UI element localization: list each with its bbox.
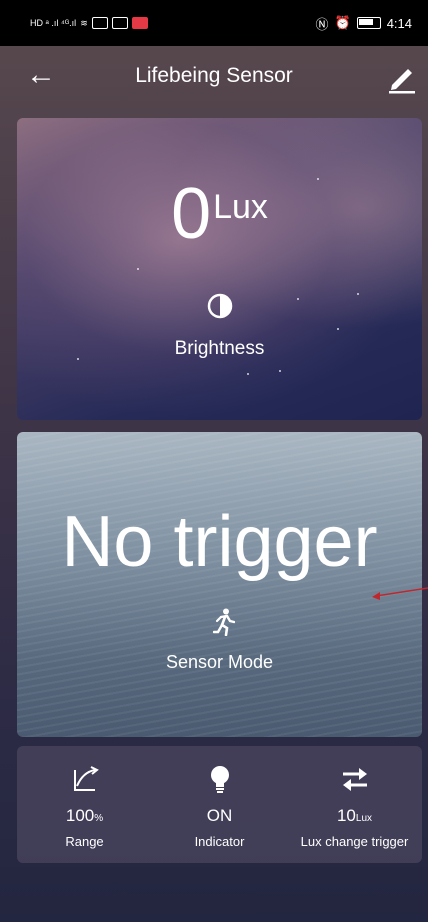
- contrast-icon: [207, 293, 233, 319]
- indicator-setting[interactable]: ON Indicator: [152, 746, 287, 863]
- app-icon: [91, 17, 108, 29]
- clock: 4:14: [386, 15, 412, 31]
- nfc-icon: Ⓝ: [315, 16, 329, 32]
- sensor-mode-card[interactable]: No trigger Sensor Mode: [17, 432, 422, 737]
- notification-icon: [131, 17, 148, 29]
- brightness-card[interactable]: 0Lux Brightness: [17, 118, 422, 420]
- swap-arrows-icon: [343, 768, 367, 791]
- app-header: ← Lifebeing Sensor: [0, 46, 428, 110]
- edit-pencil-icon[interactable]: [386, 60, 418, 94]
- brightness-label: Brightness: [174, 338, 265, 359]
- bulb-icon: [211, 766, 229, 793]
- range-setting[interactable]: 100% Range: [17, 746, 152, 863]
- lux-change-trigger-setting[interactable]: 10Lux Lux change trigger: [287, 746, 422, 863]
- indicator-value: ON: [206, 806, 233, 825]
- lux-trigger-label: Lux change trigger: [300, 834, 409, 849]
- range-value: 100%: [65, 806, 104, 825]
- status-bar: HD ᵃ .ıl ⁴ᴳ.ıl ≋ Ⓝ ⏰ 4:14: [0, 0, 428, 46]
- range-icon: [74, 766, 99, 791]
- indicator-label: Indicator: [194, 834, 245, 849]
- wifi-icon: ≋: [80, 17, 88, 28]
- trigger-state: No trigger: [61, 502, 378, 582]
- status-icons-right: Ⓝ ⏰ 4:14: [315, 14, 412, 33]
- running-person-icon: [213, 608, 235, 636]
- app-icon: [111, 17, 128, 29]
- settings-panel: 100% Range ON Indicator 10Lux Lux change…: [17, 746, 422, 863]
- battery-icon: [356, 17, 381, 29]
- sensor-mode-label: Sensor Mode: [165, 652, 274, 672]
- page-title: Lifebeing Sensor: [135, 64, 293, 87]
- network-icon: HD ᵃ .ıl ⁴ᴳ.ıl: [30, 18, 77, 28]
- status-icons-left: HD ᵃ .ıl ⁴ᴳ.ıl ≋: [30, 17, 148, 29]
- range-label: Range: [65, 834, 104, 849]
- lux-trigger-value: 10Lux: [336, 806, 373, 825]
- brightness-reading: 0Lux: [17, 178, 422, 250]
- alarm-icon: ⏰: [334, 15, 351, 30]
- brightness-unit: Lux: [213, 188, 268, 226]
- annotation-arrow-icon: [372, 587, 428, 600]
- brightness-value: 0: [171, 174, 212, 254]
